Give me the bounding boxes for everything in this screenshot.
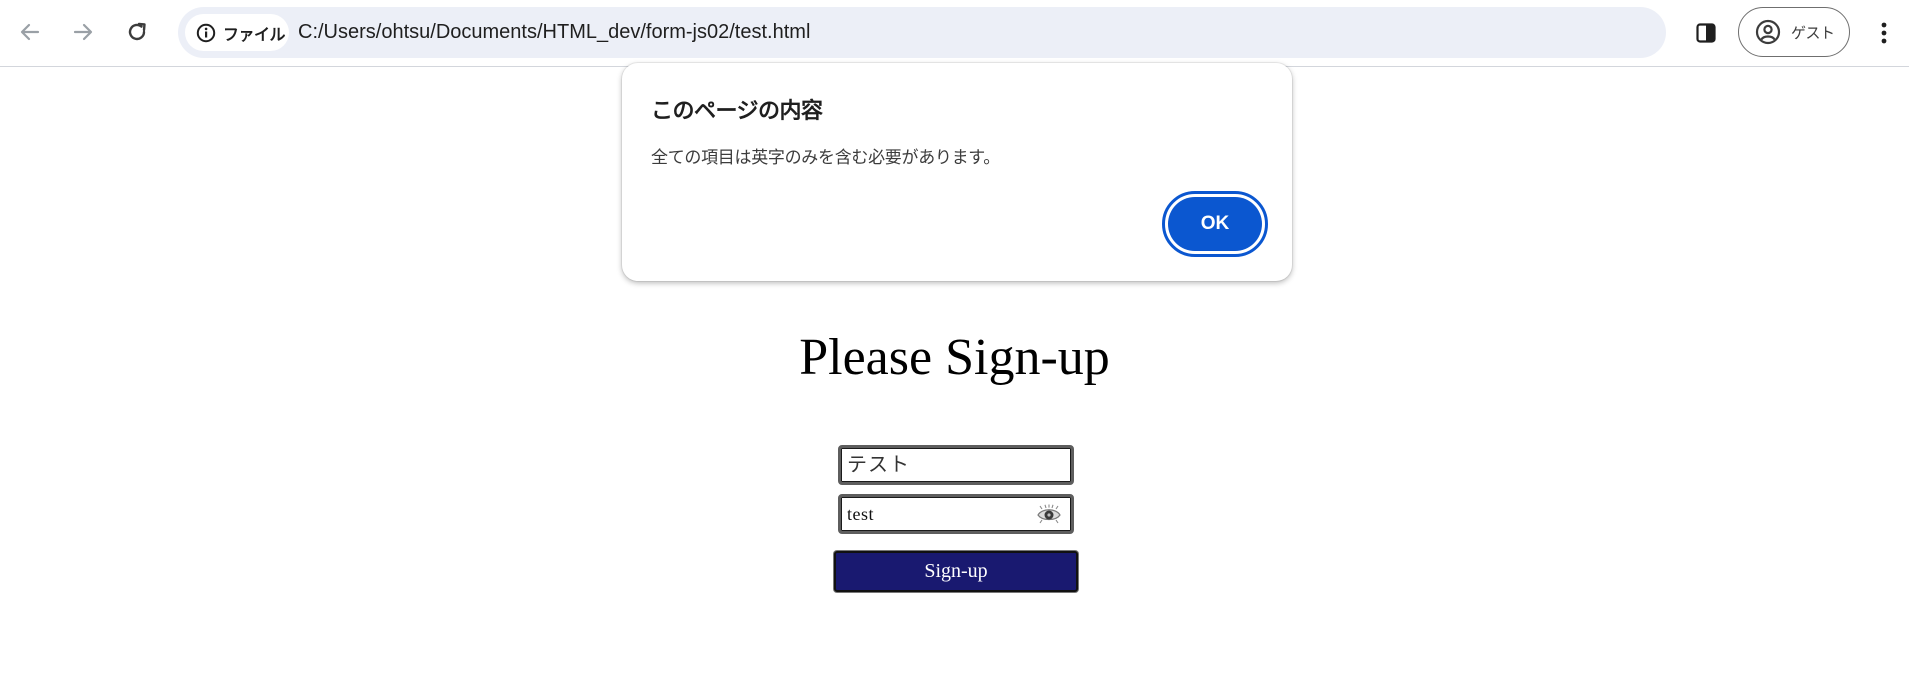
site-chip-label: ファイル xyxy=(223,24,286,44)
side-panel-button[interactable] xyxy=(1686,13,1726,53)
ok-button-focus-ring: OK xyxy=(1162,191,1268,257)
info-icon xyxy=(196,23,216,42)
arrow-right-icon xyxy=(73,23,93,41)
address-bar[interactable]: ファイル C:/Users/ohtsu/Documents/HTML_dev/f… xyxy=(178,7,1666,58)
password-input-value: test xyxy=(847,504,874,524)
name-input[interactable]: テスト xyxy=(838,445,1074,485)
url-text[interactable]: C:/Users/ohtsu/Documents/HTML_dev/form-j… xyxy=(298,7,810,58)
eye-icon[interactable] xyxy=(1037,504,1061,524)
arrow-left-icon xyxy=(20,23,40,41)
page-title: Please Sign-up xyxy=(799,329,1110,386)
dialog-message: 全ての項目は英字のみを含む必要があります。 xyxy=(651,148,1000,168)
side-panel-icon xyxy=(1696,23,1716,43)
ok-button[interactable]: OK xyxy=(1168,197,1262,251)
person-circle-icon xyxy=(1755,19,1781,45)
name-input-value: テスト xyxy=(847,454,910,476)
alert-dialog: このページの内容 全ての項目は英字のみを含む必要があります。 OK xyxy=(622,63,1292,281)
forward-button[interactable] xyxy=(63,12,103,52)
profile-button[interactable]: ゲスト xyxy=(1738,7,1850,57)
reload-button[interactable] xyxy=(117,12,157,52)
browser-menu-button[interactable] xyxy=(1868,13,1900,53)
signup-button[interactable]: Sign-up xyxy=(834,551,1078,592)
back-button[interactable] xyxy=(10,12,50,52)
password-input[interactable]: test xyxy=(838,494,1074,534)
browser-toolbar: ファイル C:/Users/ohtsu/Documents/HTML_dev/f… xyxy=(0,0,1909,67)
browser-window: ファイル C:/Users/ohtsu/Documents/HTML_dev/f… xyxy=(0,0,1909,700)
kebab-menu-icon xyxy=(1881,22,1887,44)
reload-icon xyxy=(128,22,146,41)
site-info-chip[interactable]: ファイル xyxy=(185,14,289,51)
profile-label: ゲスト xyxy=(1791,23,1835,42)
dialog-title: このページの内容 xyxy=(651,99,823,124)
